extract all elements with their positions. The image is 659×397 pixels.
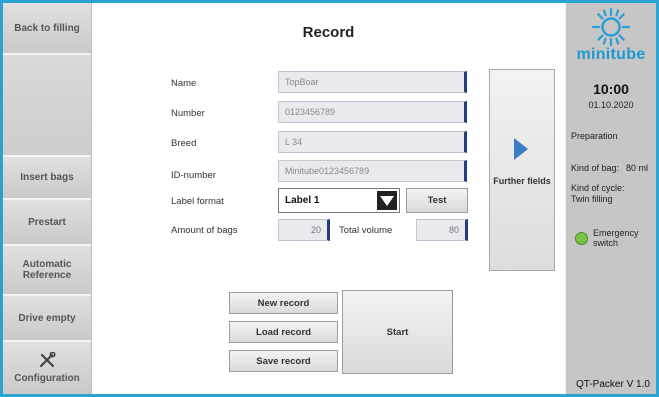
prestart-button[interactable]: Prestart (3, 200, 91, 246)
test-button[interactable]: Test (406, 188, 468, 213)
name-field[interactable]: TopBoar (278, 71, 467, 93)
back-to-filling-button[interactable]: Back to filling (3, 3, 91, 55)
minitube-logo: minitube (566, 7, 656, 64)
drive-empty-button[interactable]: Drive empty (3, 296, 91, 342)
back-to-filling-label: Back to filling (14, 22, 80, 34)
kind-of-bag-value: 80 ml (626, 163, 649, 173)
automatic-reference-label: Automatic Reference (22, 259, 72, 281)
brand-name: minitube (576, 46, 646, 63)
play-arrow-icon (514, 138, 528, 160)
label-format-label: Label format (171, 196, 224, 207)
emergency-switch-label: Emergency switch (593, 228, 639, 248)
total-volume-label: Total volume (339, 225, 393, 236)
label-format-select[interactable]: Label 1 (278, 188, 400, 213)
breed-label: Breed (171, 138, 197, 149)
load-record-button[interactable]: Load record (229, 321, 338, 343)
version-label: QT-Packer V 1.0 (576, 379, 650, 390)
new-record-button[interactable]: New record (229, 292, 338, 314)
configuration-button[interactable]: Configuration (3, 342, 91, 394)
sidebar-empty-slot (3, 55, 91, 157)
status-panel: minitube 10:00 01.10.2020 Preparation Ki… (566, 3, 656, 394)
record-panel: Record Name TopBoar Number 0123456789 Br… (92, 3, 565, 394)
start-button[interactable]: Start (342, 290, 453, 374)
kind-of-cycle-label: Kind of cycle: (571, 183, 625, 193)
name-label: Name (171, 78, 197, 89)
id-number-label: ID-number (171, 170, 216, 181)
machine-status: Preparation (571, 131, 618, 141)
app-window: Back to filling Insert bags Prestart Aut… (3, 3, 656, 394)
load-record-label: Load record (256, 326, 311, 338)
further-fields-button[interactable]: Further fields (489, 69, 555, 271)
emergency-status-led (575, 232, 588, 245)
amount-of-bags-label: Amount of bags (171, 225, 238, 236)
insert-bags-label: Insert bags (20, 172, 74, 183)
page-title: Record (302, 24, 355, 41)
breed-field[interactable]: L 34 (278, 131, 467, 153)
save-record-button[interactable]: Save record (229, 350, 338, 372)
further-fields-label: Further fields (493, 176, 551, 186)
number-field[interactable]: 0123456789 (278, 101, 467, 123)
drive-empty-label: Drive empty (18, 312, 76, 324)
new-record-label: New record (257, 297, 310, 309)
sun-logo-icon (591, 7, 631, 47)
clock-time: 10:00 (593, 81, 629, 97)
start-label: Start (386, 326, 409, 338)
kind-of-cycle-value: Twin filling (571, 194, 613, 204)
id-number-field[interactable]: Minitube0123456789 (278, 160, 467, 182)
configuration-label: Configuration (14, 373, 80, 384)
kind-of-bag-label: Kind of bag: (571, 163, 620, 173)
prestart-label: Prestart (28, 216, 66, 228)
amount-of-bags-field[interactable]: 20 (278, 219, 330, 241)
left-sidebar: Back to filling Insert bags Prestart Aut… (3, 3, 92, 394)
tools-icon (38, 351, 56, 371)
test-button-label: Test (427, 195, 447, 206)
automatic-reference-button[interactable]: Automatic Reference (3, 246, 91, 296)
dropdown-arrow-icon[interactable] (377, 191, 397, 210)
number-label: Number (171, 108, 205, 119)
insert-bags-button[interactable]: Insert bags (3, 157, 91, 200)
save-record-label: Save record (256, 355, 311, 367)
total-volume-field[interactable]: 80 (416, 219, 468, 241)
clock-date: 01.10.2020 (588, 100, 634, 110)
label-format-value: Label 1 (285, 195, 320, 206)
